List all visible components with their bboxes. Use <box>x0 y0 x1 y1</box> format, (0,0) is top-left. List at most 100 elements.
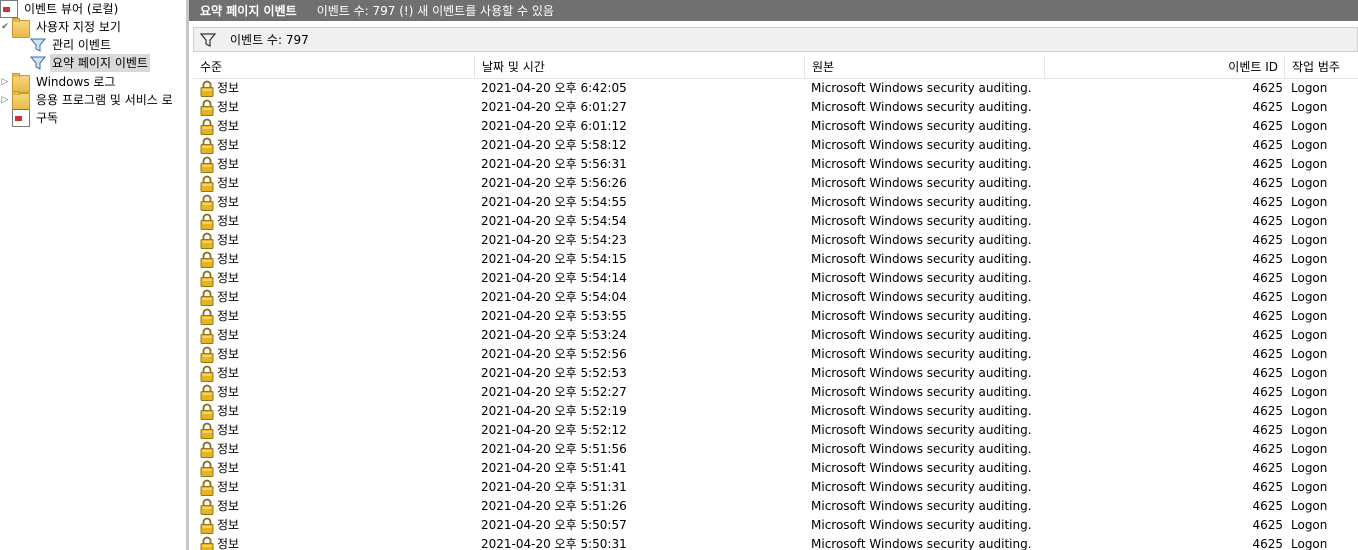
date-cell: 2021-04-20 오후 5:51:41 <box>481 461 627 475</box>
source-cell: Microsoft Windows security auditing. <box>811 138 1032 152</box>
level-text: 정보 <box>217 233 240 247</box>
lock-icon <box>200 175 214 192</box>
table-row[interactable]: 정보 2021-04-20 오후 5:52:53 Microsoft Windo… <box>193 364 1358 383</box>
table-row[interactable]: 정보 2021-04-20 오후 5:50:31 Microsoft Windo… <box>193 535 1358 550</box>
panel-title-bar: 요약 페이지 이벤트 이벤트 수: 797 (!) 새 이벤트를 사용할 수 있… <box>189 0 1358 21</box>
table-row[interactable]: 정보 2021-04-20 오후 5:54:14 Microsoft Windo… <box>193 269 1358 288</box>
tree-item-custom-views[interactable]: ✔ 사용자 지정 보기 <box>0 17 123 38</box>
tree-item-subscriptions[interactable]: 구독 <box>12 109 60 127</box>
event-id-cell: 4625 <box>1252 537 1283 550</box>
tree-item-admin-events[interactable]: 관리 이벤트 <box>30 36 113 54</box>
table-row[interactable]: 정보 2021-04-20 오후 5:52:12 Microsoft Windo… <box>193 421 1358 440</box>
table-row[interactable]: 정보 2021-04-20 오후 5:51:41 Microsoft Windo… <box>193 459 1358 478</box>
date-cell: 2021-04-20 오후 5:56:26 <box>481 176 627 190</box>
source-cell: Microsoft Windows security auditing. <box>811 480 1032 494</box>
source-cell: Microsoft Windows security auditing. <box>811 499 1032 513</box>
tree-item-root[interactable]: 이벤트 뷰어 (로컬) <box>0 0 120 18</box>
source-cell: Microsoft Windows security auditing. <box>811 233 1032 247</box>
lock-icon <box>200 213 214 230</box>
date-cell: 2021-04-20 오후 6:42:05 <box>481 81 627 95</box>
table-row[interactable]: 정보 2021-04-20 오후 5:51:56 Microsoft Windo… <box>193 440 1358 459</box>
table-row[interactable]: 정보 2021-04-20 오후 5:58:12 Microsoft Windo… <box>193 136 1358 155</box>
lock-icon <box>200 308 214 325</box>
date-cell: 2021-04-20 오후 5:58:12 <box>481 138 627 152</box>
level-text: 정보 <box>217 366 240 380</box>
table-row[interactable]: 정보 2021-04-20 오후 5:51:31 Microsoft Windo… <box>193 478 1358 497</box>
date-cell: 2021-04-20 오후 5:56:31 <box>481 157 627 171</box>
level-cell: 정보 <box>200 478 470 497</box>
table-row[interactable]: 정보 2021-04-20 오후 6:01:12 Microsoft Windo… <box>193 117 1358 136</box>
event-id-cell: 4625 <box>1252 480 1283 494</box>
level-text: 정보 <box>217 385 240 399</box>
table-row[interactable]: 정보 2021-04-20 오후 5:54:23 Microsoft Windo… <box>193 231 1358 250</box>
filter-icon[interactable] <box>198 31 218 49</box>
table-row[interactable]: 정보 2021-04-20 오후 5:52:27 Microsoft Windo… <box>193 383 1358 402</box>
lock-icon <box>200 270 214 287</box>
level-cell: 정보 <box>200 136 470 155</box>
tree-item-label: 관리 이벤트 <box>52 38 112 52</box>
event-id-cell: 4625 <box>1252 442 1283 456</box>
level-cell: 정보 <box>200 326 470 345</box>
table-row[interactable]: 정보 2021-04-20 오후 5:56:31 Microsoft Windo… <box>193 155 1358 174</box>
level-text: 정보 <box>217 290 240 304</box>
event-viewer-icon <box>0 0 18 18</box>
lock-icon <box>200 118 214 135</box>
category-cell: Logon <box>1291 328 1328 342</box>
chevron-right-icon[interactable]: ▷ <box>0 73 10 91</box>
date-cell: 2021-04-20 오후 5:54:55 <box>481 195 627 209</box>
chevron-down-icon[interactable]: ✔ <box>0 18 10 36</box>
level-cell: 정보 <box>200 459 470 478</box>
table-row[interactable]: 정보 2021-04-20 오후 5:56:26 Microsoft Windo… <box>193 174 1358 193</box>
level-cell: 정보 <box>200 497 470 516</box>
table-row[interactable]: 정보 2021-04-20 오후 5:50:57 Microsoft Windo… <box>193 516 1358 535</box>
date-cell: 2021-04-20 오후 5:50:31 <box>481 537 627 550</box>
lock-icon <box>200 80 214 97</box>
table-row[interactable]: 정보 2021-04-20 오후 5:52:56 Microsoft Windo… <box>193 345 1358 364</box>
date-cell: 2021-04-20 오후 5:54:04 <box>481 290 627 304</box>
level-text: 정보 <box>217 537 240 550</box>
event-id-cell: 4625 <box>1252 461 1283 475</box>
level-cell: 정보 <box>200 117 470 136</box>
date-cell: 2021-04-20 오후 5:52:56 <box>481 347 627 361</box>
table-row[interactable]: 정보 2021-04-20 오후 5:54:54 Microsoft Windo… <box>193 212 1358 231</box>
tree-item-summary-events[interactable]: 요약 페이지 이벤트 <box>30 54 150 72</box>
column-header-date[interactable]: 날짜 및 시간 <box>475 56 805 78</box>
tree-item-app-service-logs[interactable]: ▷ 응용 프로그램 및 서비스 로 <box>0 90 175 111</box>
level-cell: 정보 <box>200 364 470 383</box>
event-id-cell: 4625 <box>1252 100 1283 114</box>
level-cell: 정보 <box>200 79 470 98</box>
event-id-cell: 4625 <box>1252 499 1283 513</box>
lock-icon <box>200 517 214 534</box>
column-header-category[interactable]: 작업 범주 <box>1285 56 1358 78</box>
table-row[interactable]: 정보 2021-04-20 오후 5:51:26 Microsoft Windo… <box>193 497 1358 516</box>
event-id-cell: 4625 <box>1252 119 1283 133</box>
column-header-source[interactable]: 원본 <box>805 56 1045 78</box>
table-row[interactable]: 정보 2021-04-20 오후 6:01:27 Microsoft Windo… <box>193 98 1358 117</box>
column-header-event-id[interactable]: 이벤트 ID <box>1045 56 1285 78</box>
source-cell: Microsoft Windows security auditing. <box>811 537 1032 550</box>
event-id-cell: 4625 <box>1252 233 1283 247</box>
tree-item-label: 이벤트 뷰어 (로컬) <box>24 2 119 16</box>
date-cell: 2021-04-20 오후 6:01:27 <box>481 100 627 114</box>
table-row[interactable]: 정보 2021-04-20 오후 5:53:24 Microsoft Windo… <box>193 326 1358 345</box>
table-row[interactable]: 정보 2021-04-20 오후 5:52:19 Microsoft Windo… <box>193 402 1358 421</box>
table-row[interactable]: 정보 2021-04-20 오후 5:54:04 Microsoft Windo… <box>193 288 1358 307</box>
tree-item-label: Windows 로그 <box>36 75 116 89</box>
table-row[interactable]: 정보 2021-04-20 오후 5:54:55 Microsoft Windo… <box>193 193 1358 212</box>
level-text: 정보 <box>217 100 240 114</box>
table-row[interactable]: 정보 2021-04-20 오후 5:53:55 Microsoft Windo… <box>193 307 1358 326</box>
table-row[interactable]: 정보 2021-04-20 오후 5:54:15 Microsoft Windo… <box>193 250 1358 269</box>
source-cell: Microsoft Windows security auditing. <box>811 518 1032 532</box>
column-header-level[interactable]: 수준 <box>193 56 475 78</box>
source-cell: Microsoft Windows security auditing. <box>811 157 1032 171</box>
chevron-right-icon[interactable]: ▷ <box>0 91 10 109</box>
level-text: 정보 <box>217 328 240 342</box>
event-id-cell: 4625 <box>1252 404 1283 418</box>
lock-icon <box>200 289 214 306</box>
source-cell: Microsoft Windows security auditing. <box>811 404 1032 418</box>
date-cell: 2021-04-20 오후 5:54:54 <box>481 214 627 228</box>
tree-item-windows-logs[interactable]: ▷ Windows 로그 <box>0 72 117 93</box>
table-row[interactable]: 정보 2021-04-20 오후 6:42:05 Microsoft Windo… <box>193 79 1358 98</box>
lock-icon <box>200 99 214 116</box>
filter-icon <box>30 37 46 53</box>
